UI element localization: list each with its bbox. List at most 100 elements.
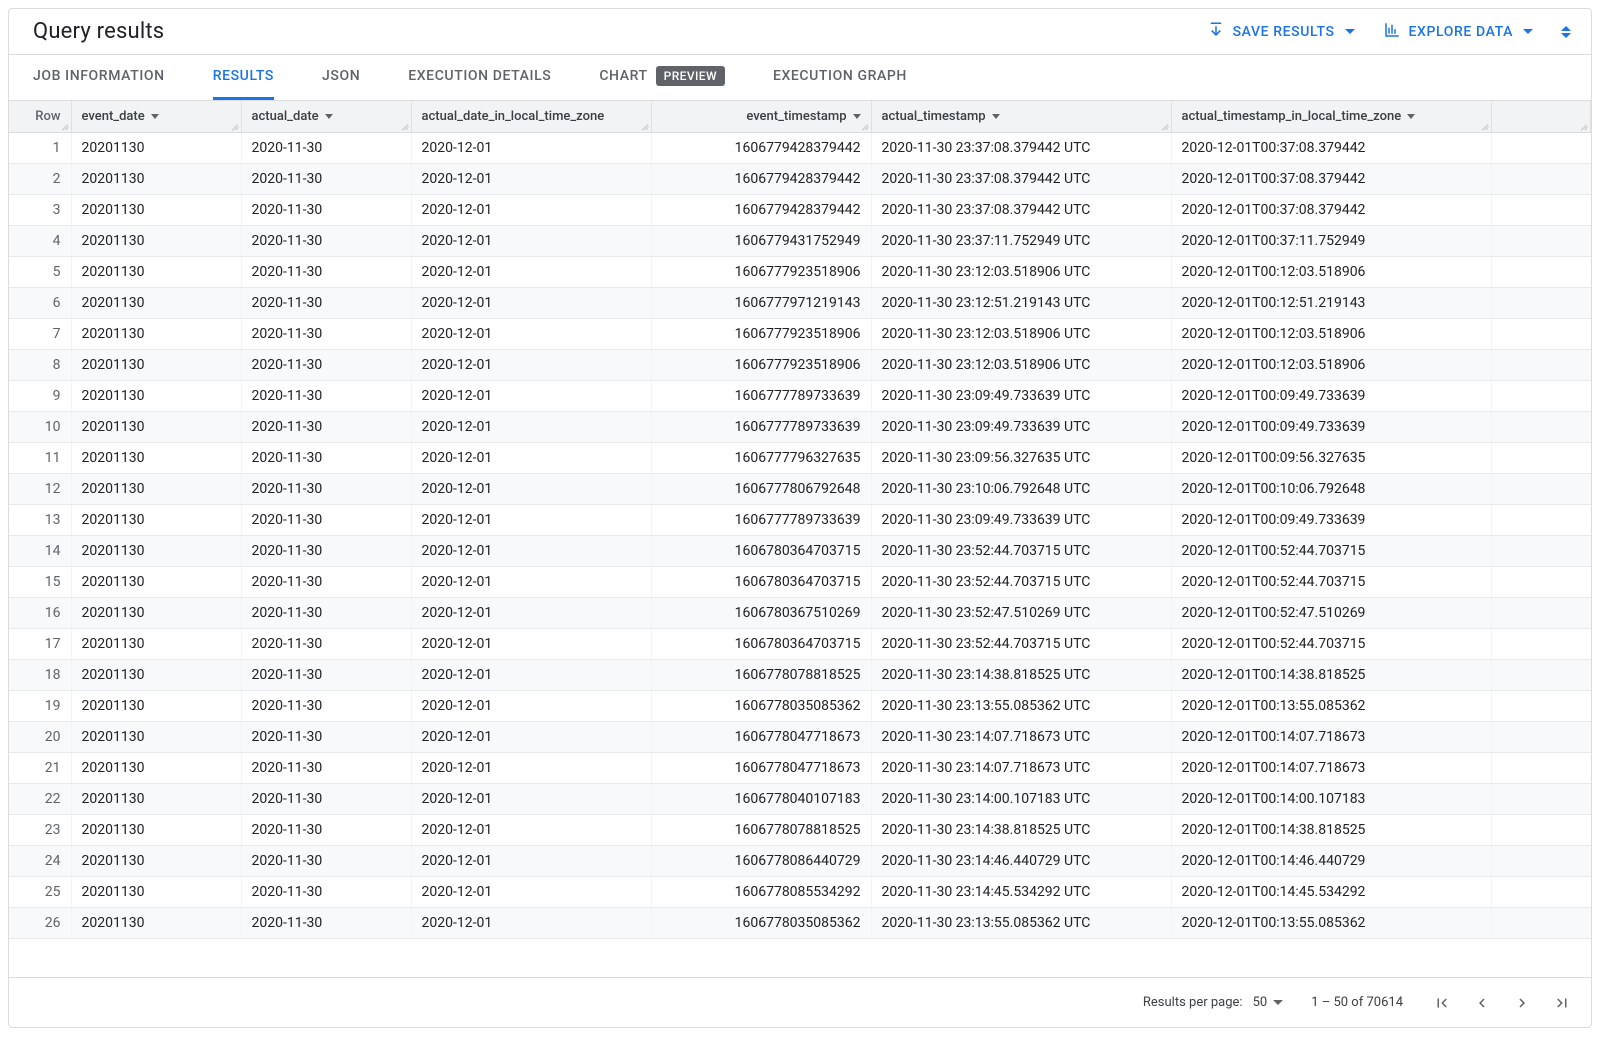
table-row[interactable]: 16202011302020-11-302020-12-011606780367…: [9, 598, 1591, 629]
cell-event-timestamp: 1606777789733639: [651, 381, 871, 412]
col-header-event-date[interactable]: event_date: [71, 101, 241, 133]
chevron-up-icon: [1561, 26, 1571, 31]
table-row[interactable]: 20202011302020-11-302020-12-011606778047…: [9, 722, 1591, 753]
resize-handle-icon[interactable]: [1578, 120, 1588, 130]
cell-event-date: 20201130: [71, 815, 241, 846]
cell-event-timestamp: 1606779428379442: [651, 195, 871, 226]
cell-row-number: 24: [9, 846, 71, 877]
col-header-actual-timestamp-local[interactable]: actual_timestamp_in_local_time_zone: [1171, 101, 1491, 133]
cell-actual-date-local: 2020-12-01: [411, 133, 651, 164]
cell-row-number: 25: [9, 877, 71, 908]
explore-data-button[interactable]: EXPLORE DATA: [1383, 21, 1533, 43]
tab-execution-graph[interactable]: EXECUTION GRAPH: [773, 55, 907, 100]
cell-spacer: [1491, 815, 1591, 846]
col-header-actual-date-local[interactable]: actual_date_in_local_time_zone: [411, 101, 651, 133]
cell-actual-timestamp: 2020-11-30 23:09:56.327635 UTC: [871, 443, 1171, 474]
table-row[interactable]: 23202011302020-11-302020-12-011606778078…: [9, 815, 1591, 846]
table-row[interactable]: 19202011302020-11-302020-12-011606778035…: [9, 691, 1591, 722]
tab-job-information[interactable]: JOB INFORMATION: [33, 55, 165, 100]
cell-row-number: 23: [9, 815, 71, 846]
cell-actual-timestamp: 2020-11-30 23:10:06.792648 UTC: [871, 474, 1171, 505]
cell-actual-date: 2020-11-30: [241, 319, 411, 350]
first-page-button[interactable]: [1431, 992, 1453, 1014]
cell-row-number: 20: [9, 722, 71, 753]
col-header-actual-timestamp[interactable]: actual_timestamp: [871, 101, 1171, 133]
cell-spacer: [1491, 753, 1591, 784]
tab-execution-details[interactable]: EXECUTION DETAILS: [408, 55, 551, 100]
col-header-row[interactable]: Row: [9, 101, 71, 133]
table-row[interactable]: 10202011302020-11-302020-12-011606777789…: [9, 412, 1591, 443]
tab-json[interactable]: JSON: [322, 55, 360, 100]
caret-down-icon: [992, 114, 1000, 119]
resize-handle-icon[interactable]: [59, 120, 69, 130]
last-page-button[interactable]: [1551, 992, 1573, 1014]
table-row[interactable]: 3202011302020-11-302020-12-0116067794283…: [9, 195, 1591, 226]
cell-event-date: 20201130: [71, 877, 241, 908]
cell-event-date: 20201130: [71, 598, 241, 629]
col-header-event-timestamp[interactable]: event_timestamp: [651, 101, 871, 133]
cell-actual-date-local: 2020-12-01: [411, 412, 651, 443]
table-row[interactable]: 24202011302020-11-302020-12-011606778086…: [9, 846, 1591, 877]
cell-event-date: 20201130: [71, 474, 241, 505]
results-per-page-select[interactable]: 50: [1253, 995, 1284, 1010]
cell-event-timestamp: 1606779428379442: [651, 133, 871, 164]
table-row[interactable]: 13202011302020-11-302020-12-011606777789…: [9, 505, 1591, 536]
explore-data-label: EXPLORE DATA: [1409, 24, 1513, 40]
resize-handle-icon[interactable]: [1479, 120, 1489, 130]
table-row[interactable]: 22202011302020-11-302020-12-011606778040…: [9, 784, 1591, 815]
table-row[interactable]: 21202011302020-11-302020-12-011606778047…: [9, 753, 1591, 784]
caret-down-icon: [1345, 29, 1355, 34]
cell-actual-timestamp-local: 2020-12-01T00:37:08.379442: [1171, 133, 1491, 164]
table-row[interactable]: 15202011302020-11-302020-12-011606780364…: [9, 567, 1591, 598]
save-results-button[interactable]: SAVE RESULTS: [1207, 21, 1355, 43]
cell-event-date: 20201130: [71, 319, 241, 350]
tab-chart[interactable]: CHART PREVIEW: [599, 55, 725, 100]
table-row[interactable]: 17202011302020-11-302020-12-011606780364…: [9, 629, 1591, 660]
table-row[interactable]: 12202011302020-11-302020-12-011606777806…: [9, 474, 1591, 505]
expand-collapse-button[interactable]: [1561, 26, 1571, 38]
resize-handle-icon[interactable]: [1159, 120, 1169, 130]
resize-handle-icon[interactable]: [229, 120, 239, 130]
table-row[interactable]: 11202011302020-11-302020-12-011606777796…: [9, 443, 1591, 474]
results-per-page-value: 50: [1253, 995, 1268, 1010]
cell-row-number: 11: [9, 443, 71, 474]
cell-row-number: 12: [9, 474, 71, 505]
cell-row-number: 18: [9, 660, 71, 691]
resize-handle-icon[interactable]: [639, 120, 649, 130]
table-row[interactable]: 8202011302020-11-302020-12-0116067779235…: [9, 350, 1591, 381]
table-row[interactable]: 14202011302020-11-302020-12-011606780364…: [9, 536, 1591, 567]
table-row[interactable]: 25202011302020-11-302020-12-011606778085…: [9, 877, 1591, 908]
table-row[interactable]: 4202011302020-11-302020-12-0116067794317…: [9, 226, 1591, 257]
tab-results[interactable]: RESULTS: [213, 55, 274, 100]
table-row[interactable]: 26202011302020-11-302020-12-011606778035…: [9, 908, 1591, 939]
table-row[interactable]: 5202011302020-11-302020-12-0116067779235…: [9, 257, 1591, 288]
next-page-button[interactable]: [1511, 992, 1533, 1014]
results-table: Row event_date actual_date actual_date_i…: [9, 101, 1591, 939]
cell-actual-timestamp-local: 2020-12-01T00:12:03.518906: [1171, 350, 1491, 381]
cell-event-timestamp: 1606777789733639: [651, 505, 871, 536]
cell-row-number: 7: [9, 319, 71, 350]
results-per-page-label: Results per page:: [1143, 995, 1243, 1010]
table-row[interactable]: 1202011302020-11-302020-12-0116067794283…: [9, 133, 1591, 164]
table-row[interactable]: 6202011302020-11-302020-12-0116067779712…: [9, 288, 1591, 319]
cell-actual-timestamp-local: 2020-12-01T00:13:55.085362: [1171, 908, 1491, 939]
cell-actual-date: 2020-11-30: [241, 381, 411, 412]
table-row[interactable]: 18202011302020-11-302020-12-011606778078…: [9, 660, 1591, 691]
caret-down-icon: [1523, 29, 1533, 34]
cell-actual-timestamp-local: 2020-12-01T00:09:49.733639: [1171, 505, 1491, 536]
cell-actual-timestamp: 2020-11-30 23:12:03.518906 UTC: [871, 350, 1171, 381]
cell-event-date: 20201130: [71, 164, 241, 195]
cell-row-number: 10: [9, 412, 71, 443]
cell-spacer: [1491, 629, 1591, 660]
table-row[interactable]: 9202011302020-11-302020-12-0116067777897…: [9, 381, 1591, 412]
resize-handle-icon[interactable]: [859, 120, 869, 130]
table-row[interactable]: 2202011302020-11-302020-12-0116067794283…: [9, 164, 1591, 195]
prev-page-button[interactable]: [1471, 992, 1493, 1014]
table-row[interactable]: 7202011302020-11-302020-12-0116067779235…: [9, 319, 1591, 350]
cell-event-timestamp: 1606777923518906: [651, 319, 871, 350]
cell-spacer: [1491, 691, 1591, 722]
resize-handle-icon[interactable]: [399, 120, 409, 130]
col-label: event_timestamp: [746, 109, 846, 124]
col-header-actual-date[interactable]: actual_date: [241, 101, 411, 133]
cell-actual-timestamp-local: 2020-12-01T00:14:07.718673: [1171, 753, 1491, 784]
